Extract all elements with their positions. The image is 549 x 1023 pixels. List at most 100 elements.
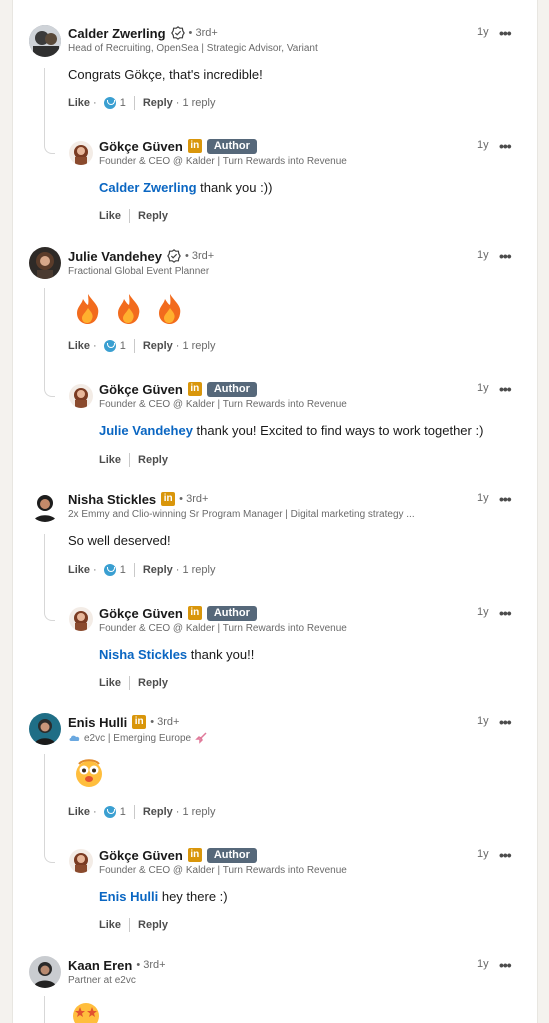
- thread-line: [44, 754, 55, 863]
- bullet: •: [184, 250, 189, 262]
- mention-link[interactable]: Julie Vandehey: [99, 423, 193, 438]
- reply-avatar[interactable]: [69, 384, 93, 408]
- like-button[interactable]: Like: [68, 340, 90, 352]
- divider: [133, 96, 135, 110]
- reply-author-name[interactable]: Gökçe Güven: [99, 382, 183, 397]
- more-options-button[interactable]: •••: [499, 492, 517, 508]
- more-options-button[interactable]: •••: [499, 958, 517, 974]
- reply-button[interactable]: Reply: [143, 340, 173, 352]
- reply-text-body: thank you!!: [187, 647, 255, 662]
- linkedin-icon: in: [187, 848, 202, 862]
- reaction-icon: [103, 564, 116, 576]
- dot-separator: ·: [93, 806, 97, 818]
- linkedin-icon: in: [132, 715, 147, 729]
- like-button[interactable]: Like: [99, 454, 121, 466]
- reply-avatar[interactable]: [69, 849, 93, 873]
- commenter-headline: Head of Recruiting, OpenSea | Strategic …: [68, 43, 318, 54]
- like-button[interactable]: Like: [68, 806, 90, 818]
- comment-text: Congrats Gökçe, that's incredible!: [68, 67, 263, 82]
- reply-text: Nisha Stickles thank you!!: [99, 647, 254, 662]
- commenter-name[interactable]: Julie Vandehey: [68, 249, 162, 264]
- linkedin-icon: in: [187, 382, 202, 396]
- connection-degree: 3rd+: [157, 716, 180, 728]
- mention-link[interactable]: Nisha Stickles: [99, 647, 187, 662]
- reaction-count[interactable]: 1: [120, 564, 126, 576]
- more-options-button[interactable]: •••: [499, 382, 517, 398]
- reaction-count[interactable]: 1: [120, 806, 126, 818]
- linkedin-icon: in: [187, 139, 202, 153]
- like-button[interactable]: Like: [68, 97, 90, 109]
- reply-button[interactable]: Reply: [143, 806, 173, 818]
- avatar-photo: [69, 384, 93, 408]
- commenter-name[interactable]: Kaan Eren: [68, 958, 132, 973]
- like-button[interactable]: Like: [99, 210, 121, 222]
- rocket-icon: [195, 732, 207, 744]
- reply-count[interactable]: 1 reply: [182, 340, 215, 352]
- avatar[interactable]: [29, 490, 61, 522]
- comment-time: 1y: [477, 492, 489, 504]
- avatar[interactable]: [29, 25, 61, 57]
- more-options-button[interactable]: •••: [499, 26, 517, 42]
- avatar-photo: [69, 849, 93, 873]
- reply-headline: Founder & CEO @ Kalder | Turn Rewards in…: [99, 399, 347, 410]
- reply-count[interactable]: 1 reply: [182, 97, 215, 109]
- reply-author-name[interactable]: Gökçe Güven: [99, 848, 183, 863]
- like-button[interactable]: Like: [99, 919, 121, 931]
- divider: [129, 918, 131, 932]
- reply-author-name[interactable]: Gökçe Güven: [99, 606, 183, 621]
- reply-headline: Founder & CEO @ Kalder | Turn Rewards in…: [99, 623, 347, 634]
- reply-count[interactable]: 1 reply: [182, 806, 215, 818]
- reply-button[interactable]: Reply: [138, 454, 168, 466]
- reply-avatar[interactable]: [69, 607, 93, 631]
- mention-link[interactable]: Enis Hulli: [99, 889, 158, 904]
- smiley-emoji: [74, 758, 104, 793]
- divider: [129, 676, 131, 690]
- avatar[interactable]: [29, 956, 61, 988]
- cloud-icon: [69, 735, 80, 741]
- commenter-name[interactable]: Enis Hulli: [68, 715, 127, 730]
- mention-link[interactable]: Calder Zwerling: [99, 180, 197, 195]
- reply-button[interactable]: Reply: [138, 210, 168, 222]
- reply-button[interactable]: Reply: [138, 677, 168, 689]
- more-options-button[interactable]: •••: [499, 249, 517, 265]
- thread-line: [44, 288, 55, 397]
- reply-button[interactable]: Reply: [143, 564, 173, 576]
- reaction-count[interactable]: 1: [120, 97, 126, 109]
- commenter-name[interactable]: Calder Zwerling: [68, 26, 166, 41]
- reply-author-name[interactable]: Gökçe Güven: [99, 139, 183, 154]
- commenter-headline: e2vc | Emerging Europe: [84, 732, 192, 744]
- reply-button[interactable]: Reply: [138, 919, 168, 931]
- avatar-photo: [29, 247, 61, 279]
- connection-degree: 3rd+: [186, 493, 209, 505]
- more-options-button[interactable]: •••: [499, 715, 517, 731]
- commenter-name[interactable]: Nisha Stickles: [68, 492, 156, 507]
- avatar[interactable]: [29, 247, 61, 279]
- bullet: •: [136, 959, 141, 971]
- reply-text-body: thank you :)): [196, 180, 273, 195]
- divider: [133, 339, 135, 353]
- thread-line: [44, 534, 55, 621]
- bullet: •: [188, 27, 193, 39]
- bullet: •: [179, 493, 184, 505]
- reply-text-body: thank you! Excited to find ways to work …: [192, 423, 484, 438]
- like-button[interactable]: Like: [68, 564, 90, 576]
- more-options-button[interactable]: •••: [499, 848, 517, 864]
- reply-count[interactable]: 1 reply: [182, 564, 215, 576]
- more-options-button[interactable]: •••: [499, 606, 517, 622]
- thread-line: [44, 996, 55, 1023]
- dot-separator: ·: [175, 340, 180, 352]
- author-badge: Author: [206, 138, 257, 154]
- dot-separator: ·: [93, 564, 97, 576]
- more-options-button[interactable]: •••: [499, 139, 517, 155]
- reply-avatar[interactable]: [69, 141, 93, 165]
- like-button[interactable]: Like: [99, 677, 121, 689]
- connection-degree: 3rd+: [195, 27, 218, 39]
- reaction-count[interactable]: 1: [120, 340, 126, 352]
- reply-button[interactable]: Reply: [143, 97, 173, 109]
- comment-time: 1y: [477, 249, 489, 261]
- avatar[interactable]: [29, 713, 61, 745]
- star-struck-icon: [73, 1003, 99, 1023]
- star-struck-emoji: [71, 1001, 101, 1023]
- avatar-photo: [29, 956, 61, 988]
- reply-time: 1y: [477, 382, 489, 394]
